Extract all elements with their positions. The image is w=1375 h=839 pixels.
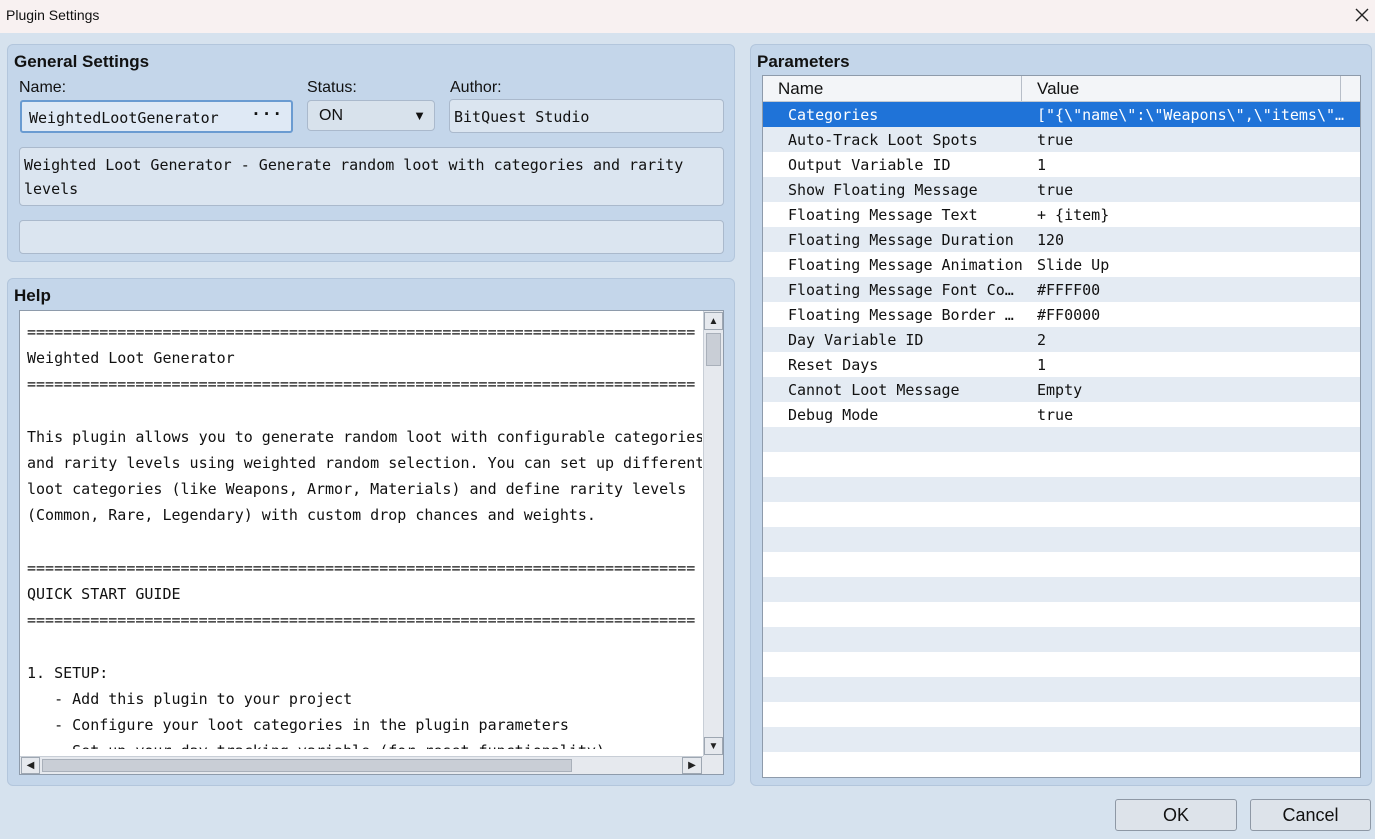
parameter-row[interactable]: Floating Message Text + {item} bbox=[763, 202, 1360, 227]
empty-row bbox=[763, 577, 1360, 602]
parameter-name: Cannot Loot Message bbox=[788, 381, 960, 399]
parameter-row[interactable]: Floating Message Font Co… #FFFF00 bbox=[763, 277, 1360, 302]
empty-row bbox=[763, 602, 1360, 627]
name-value: WeightedLootGenerator bbox=[29, 109, 219, 127]
empty-row bbox=[763, 677, 1360, 702]
parameter-value: 120 bbox=[1037, 231, 1065, 249]
close-icon[interactable] bbox=[1350, 3, 1374, 27]
window-title: Plugin Settings bbox=[6, 7, 100, 23]
parameter-name: Show Floating Message bbox=[788, 181, 978, 199]
empty-row bbox=[763, 527, 1360, 552]
parameter-value: ["{\"name\":\"Weapons\",\"items\"… bbox=[1037, 106, 1345, 124]
empty-row bbox=[763, 427, 1360, 452]
parameter-row[interactable]: Output Variable ID 1 bbox=[763, 152, 1360, 177]
parameter-row[interactable]: Debug Mode true bbox=[763, 402, 1360, 427]
table-header: Name Value bbox=[763, 76, 1360, 102]
parameter-value: 1 bbox=[1037, 156, 1047, 174]
empty-row bbox=[763, 452, 1360, 477]
parameter-row[interactable]: Auto-Track Loot Spots true bbox=[763, 127, 1360, 152]
empty-row bbox=[763, 477, 1360, 502]
parameter-name: Floating Message Text bbox=[788, 206, 978, 224]
scroll-left-icon[interactable]: ◀ bbox=[21, 757, 40, 774]
parameter-name: Floating Message Border … bbox=[788, 306, 1014, 324]
parameter-row[interactable]: Day Variable ID 2 bbox=[763, 327, 1360, 352]
status-label: Status: bbox=[307, 79, 357, 96]
parameter-row[interactable]: Categories ["{\"name\":\"Weapons\",\"item… bbox=[763, 102, 1360, 127]
parameter-value: true bbox=[1037, 406, 1074, 424]
parameter-value: #FF0000 bbox=[1037, 306, 1101, 324]
title-bar: Plugin Settings bbox=[0, 0, 1375, 33]
cancel-button[interactable]: Cancel bbox=[1250, 799, 1371, 831]
empty-row bbox=[763, 627, 1360, 652]
parameter-value: 2 bbox=[1037, 331, 1047, 349]
empty-row bbox=[763, 552, 1360, 577]
horizontal-scrollbar[interactable]: ◀ ▶ bbox=[20, 756, 703, 774]
dropdown-arrow-icon: ▼ bbox=[413, 108, 426, 123]
parameter-name: Output Variable ID bbox=[788, 156, 951, 174]
scroll-right-icon[interactable]: ▶ bbox=[682, 757, 702, 774]
name-label: Name: bbox=[19, 79, 67, 96]
parameter-name: Categories bbox=[788, 106, 879, 124]
vertical-scroll-thumb[interactable] bbox=[706, 333, 721, 366]
parameter-row[interactable]: Floating Message Duration 120 bbox=[763, 227, 1360, 252]
parameter-value: true bbox=[1037, 131, 1074, 149]
help-title: Help bbox=[14, 286, 51, 305]
scroll-up-icon[interactable]: ▲ bbox=[704, 312, 723, 330]
status-value: ON bbox=[319, 107, 343, 124]
empty-row bbox=[763, 727, 1360, 752]
parameter-value: + {item} bbox=[1037, 206, 1110, 224]
parameter-name: Floating Message Font Co… bbox=[788, 281, 1014, 299]
description-value: Weighted Loot Generator - Generate rando… bbox=[24, 156, 684, 198]
general-settings-title: General Settings bbox=[14, 52, 150, 71]
author-value: BitQuest Studio bbox=[454, 108, 590, 126]
author-field[interactable]: BitQuest Studio bbox=[449, 99, 724, 133]
parameter-value: 1 bbox=[1037, 356, 1047, 374]
status-select[interactable]: ON ▼ bbox=[307, 100, 435, 131]
parameter-row[interactable]: Floating Message Border … #FF0000 bbox=[763, 302, 1360, 327]
parameter-name: Floating Message Animation bbox=[788, 256, 1023, 274]
vertical-scrollbar[interactable]: ▲ ▼ bbox=[703, 311, 723, 756]
scroll-down-icon[interactable]: ▼ bbox=[704, 737, 723, 755]
column-header-name[interactable]: Name bbox=[778, 79, 823, 99]
parameter-row[interactable]: Floating Message Animation Slide Up bbox=[763, 252, 1360, 277]
parameter-row[interactable]: Reset Days 1 bbox=[763, 352, 1360, 377]
parameter-value: true bbox=[1037, 181, 1074, 199]
parameters-table[interactable]: Name Value Categories ["{\"name\":\"Weapo… bbox=[762, 75, 1361, 778]
browse-button[interactable]: ··· bbox=[251, 104, 283, 123]
empty-row bbox=[763, 702, 1360, 727]
parameter-value: Slide Up bbox=[1037, 256, 1110, 274]
scroll-corner bbox=[703, 756, 723, 774]
empty-row bbox=[763, 652, 1360, 677]
column-header-value[interactable]: Value bbox=[1037, 79, 1079, 99]
ok-button[interactable]: OK bbox=[1115, 799, 1237, 831]
parameter-name: Day Variable ID bbox=[788, 331, 924, 349]
parameter-name: Auto-Track Loot Spots bbox=[788, 131, 978, 149]
author-label: Author: bbox=[450, 79, 502, 96]
name-field[interactable]: WeightedLootGenerator ··· bbox=[20, 100, 293, 133]
horizontal-scroll-thumb[interactable] bbox=[42, 759, 572, 772]
parameters-title: Parameters bbox=[757, 52, 850, 71]
parameter-name: Reset Days bbox=[788, 356, 879, 374]
parameter-name: Floating Message Duration bbox=[788, 231, 1014, 249]
empty-row bbox=[763, 502, 1360, 527]
parameter-row[interactable]: Cannot Loot Message Empty bbox=[763, 377, 1360, 402]
parameter-value: #FFFF00 bbox=[1037, 281, 1101, 299]
description-field[interactable]: Weighted Loot Generator - Generate rando… bbox=[19, 147, 724, 206]
parameter-name: Debug Mode bbox=[788, 406, 879, 424]
empty-row bbox=[763, 752, 1360, 777]
help-text: ========================================… bbox=[27, 323, 702, 749]
extra-field[interactable] bbox=[19, 220, 724, 254]
help-text-area[interactable]: ========================================… bbox=[19, 310, 724, 775]
parameter-row[interactable]: Show Floating Message true bbox=[763, 177, 1360, 202]
parameter-rows: Categories ["{\"name\":\"Weapons\",\"item… bbox=[763, 102, 1360, 777]
parameter-value: Empty bbox=[1037, 381, 1083, 399]
